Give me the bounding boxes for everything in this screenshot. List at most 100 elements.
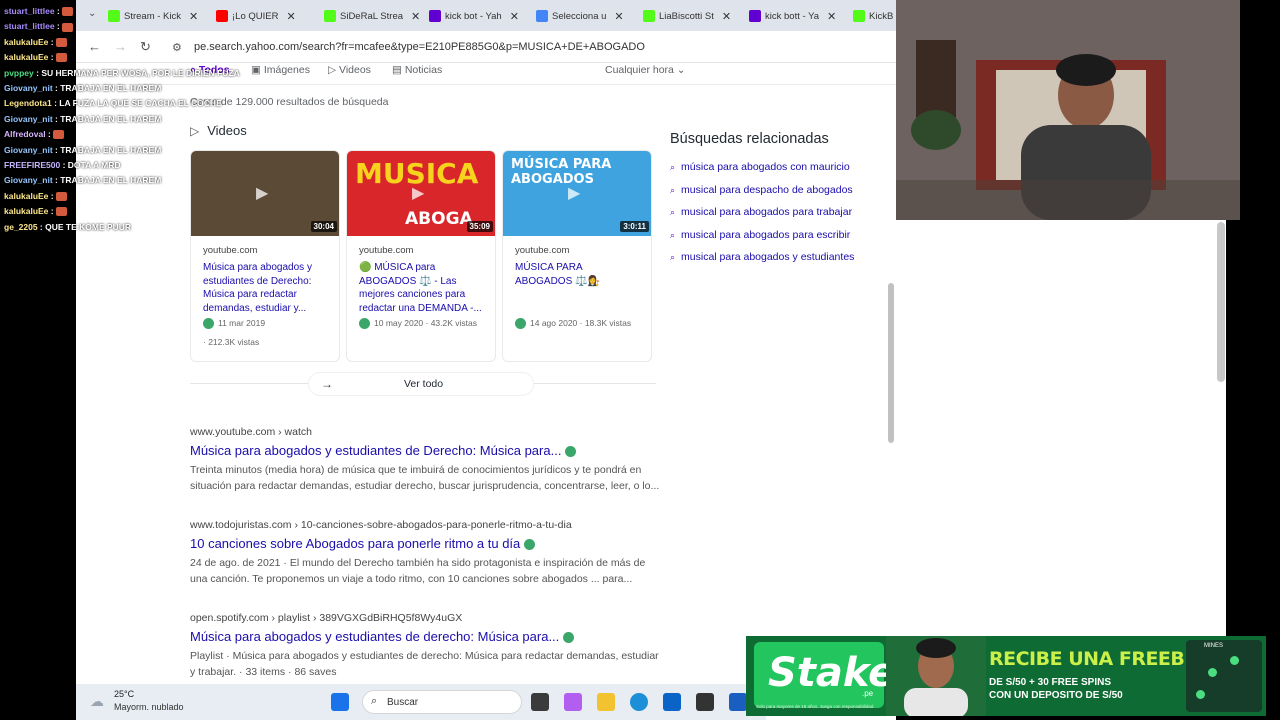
close-icon[interactable]: ✕: [827, 10, 836, 23]
verified-icon: [515, 318, 526, 330]
result-title[interactable]: 10 canciones sobre Abogados para ponerle…: [190, 536, 660, 551]
browser-tab[interactable]: kick bot - Yah ✕: [429, 5, 529, 27]
search-icon: ⌕: [670, 252, 676, 262]
time-filter-label: Cualquier hora: [605, 64, 674, 76]
video-source: youtube.com: [359, 245, 414, 256]
related-search-item[interactable]: ⌕ música para abogados con mauricio: [670, 161, 850, 173]
video-duration: 35:09: [466, 221, 493, 232]
result-url[interactable]: www.youtube.com › watch: [190, 426, 660, 438]
close-icon[interactable]: ✕: [510, 10, 519, 23]
video-duration: 3:0:11: [620, 221, 649, 232]
result-title-text[interactable]: 10 canciones sobre Abogados para ponerle…: [190, 536, 520, 551]
emote-icon: [55, 207, 67, 217]
filter-noticias[interactable]: ▤ Noticias: [392, 64, 442, 76]
close-icon[interactable]: ✕: [411, 10, 420, 23]
store-icon[interactable]: [663, 693, 681, 711]
browser-tab[interactable]: ¡Lo QUIER ✕: [216, 5, 316, 27]
chat-username: kalukaluEe: [4, 52, 49, 63]
filter-videos[interactable]: ▷ Videos: [328, 64, 371, 76]
see-all-button[interactable]: → Ver todo: [308, 372, 534, 396]
time-filter[interactable]: Cualquier hora ⌄: [605, 64, 686, 76]
video-card[interactable]: MUSICA ABOGA ▶ 35:09 youtube.com 🟢 MÚSICA par…: [346, 150, 496, 362]
related-search-item[interactable]: ⌕ musical para despacho de abogados: [670, 184, 853, 196]
result-title[interactable]: Música para abogados y estudiantes de de…: [190, 629, 660, 644]
result-snippet: Playlist · Música para abogados y estudi…: [190, 650, 659, 678]
play-icon: ▶: [568, 185, 581, 202]
ad-line2: DE S/50 + 30 FREE SPINS: [989, 677, 1111, 688]
related-search-item[interactable]: ⌕ musical para abogados y estudiantes: [670, 251, 854, 263]
filter-imagenes[interactable]: ▣ Imágenes: [251, 64, 310, 76]
browser-tab[interactable]: KickB: [853, 5, 896, 27]
url-field[interactable]: pe.search.yahoo.com/search?fr=mcafee&typ…: [194, 41, 645, 53]
copilot-icon[interactable]: [564, 693, 582, 711]
search-icon: ⌕: [670, 207, 676, 217]
chat-username: pvppey: [4, 67, 34, 78]
ad-person-image: [886, 636, 986, 716]
video-thumbnail[interactable]: MUSICA ABOGA ▶ 35:09: [347, 151, 495, 236]
video-title[interactable]: MÚSICA PARA ABOGADOS ⚖️👩‍⚖️: [515, 261, 640, 288]
related-search-label: musical para abogados y estudiantes: [681, 251, 855, 263]
scrollbar[interactable]: [888, 283, 894, 443]
chat-username: ge_2205: [4, 221, 38, 232]
browser-tab[interactable]: LiaBiscotti St ✕: [643, 5, 743, 27]
page-background: [896, 220, 1226, 640]
video-card[interactable]: MÚSICA PARA ABOGADOS ▶ 3:0:11 youtube.com MÚ…: [502, 150, 652, 362]
taskbar-search[interactable]: ⌕ Buscar: [362, 690, 522, 714]
chat-text: TRABAJA EN EL HAREM: [60, 113, 162, 124]
video-title[interactable]: 🟢 MÚSICA para ABOGADOS ⚖️ - Las mejores …: [359, 261, 484, 315]
chat-message: stuart_littlee :: [4, 6, 74, 17]
browser-tab[interactable]: SiDeRaL Strea ✕: [324, 5, 424, 27]
start-icon[interactable]: [331, 693, 349, 711]
browser-tab[interactable]: Selecciona u ✕: [536, 5, 636, 27]
chat-message: ge_2205 : QUE TE KOME PUUR: [4, 221, 132, 232]
app-icon-2[interactable]: [729, 693, 747, 711]
tab-label: KickB: [869, 10, 894, 22]
video-duration: 30:04: [310, 221, 337, 232]
gem-icon: [1196, 690, 1205, 699]
chat-text: TRABAJA EN EL HAREM: [60, 144, 162, 155]
search-result: open.spotify.com › playlist › 389VGXGdBi…: [190, 612, 660, 680]
task-view-icon[interactable]: [531, 693, 549, 711]
close-icon[interactable]: ✕: [614, 10, 623, 23]
scrollbar-right[interactable]: [1217, 222, 1225, 382]
app-icon[interactable]: [696, 693, 714, 711]
search-result: www.todojuristas.com › 10-canciones-sobr…: [190, 519, 660, 587]
browser-tab[interactable]: kick bott - Ya ✕: [749, 5, 849, 27]
stake-logo: Stake .pe: [754, 642, 895, 708]
close-icon[interactable]: ✕: [722, 10, 731, 23]
favicon-icon: [536, 10, 548, 22]
video-date-text: 10 may 2020 · 43.2K vistas: [374, 318, 478, 328]
chat-message: FREEFIRE500 : DOTA A MRD: [4, 160, 121, 170]
stake-ad-banner[interactable]: Stake .pe RECIBE UNA FREEBET DE S/50 + 3…: [746, 636, 1266, 716]
file-explorer-icon[interactable]: [597, 693, 615, 711]
chat-message: kalukaluEe :: [4, 37, 67, 48]
video-thumbnail[interactable]: MÚSICA PARA ABOGADOS ▶ 3:0:11: [503, 151, 651, 236]
result-url[interactable]: open.spotify.com › playlist › 389VGXGdBi…: [190, 612, 660, 624]
close-icon[interactable]: ✕: [286, 10, 295, 23]
chat-text: TRABAJA EN EL HAREM: [60, 83, 162, 93]
related-search-item[interactable]: ⌕ musical para abogados para escribir: [670, 229, 850, 241]
emote-icon: [62, 22, 74, 32]
result-title-text[interactable]: Música para abogados y estudiantes de de…: [190, 629, 559, 644]
result-snippet: Treinta minutos (media hora) de música q…: [190, 464, 660, 492]
result-title[interactable]: Música para abogados y estudiantes de De…: [190, 443, 660, 458]
chat-username: Giovany_nit: [4, 113, 53, 124]
favicon-icon: [324, 10, 336, 22]
edge-icon[interactable]: [630, 693, 648, 711]
ad-line3: CON UN DEPOSITO DE S/50: [989, 690, 1123, 701]
result-url[interactable]: www.todojuristas.com › 10-canciones-sobr…: [190, 519, 660, 531]
verified-icon: [565, 446, 577, 458]
weather-temp: 25°C: [114, 689, 135, 699]
related-search-item[interactable]: ⌕ musical para abogados para trabajar: [670, 206, 852, 218]
favicon-icon: [749, 10, 761, 22]
video-title[interactable]: Música para abogados y estudiantes de De…: [203, 261, 328, 315]
webcam-feed: [896, 0, 1240, 220]
gem-icon: [1208, 668, 1217, 677]
mines-title: MINES: [1204, 643, 1224, 649]
chat-username: stuart_littlee: [4, 21, 55, 32]
play-icon: ▶: [256, 185, 269, 202]
tab-label: kick bott - Ya: [765, 10, 820, 22]
weather-icon[interactable]: ☁: [90, 693, 104, 710]
result-title-text[interactable]: Música para abogados y estudiantes de De…: [190, 443, 561, 458]
tab-label: kick bot - Yah: [445, 10, 502, 22]
